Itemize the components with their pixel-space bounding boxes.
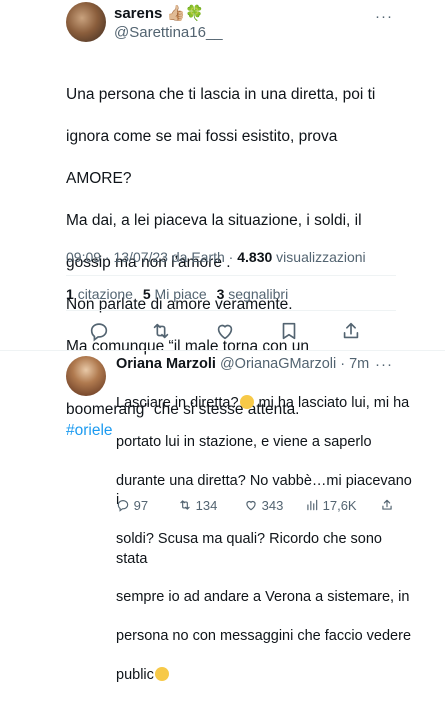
like-icon[interactable] xyxy=(214,320,236,342)
bookmarks-stat[interactable]: 3 segnalibri xyxy=(217,286,289,302)
retweet-icon xyxy=(180,500,190,510)
reply-views-action[interactable]: 17,6K xyxy=(305,498,357,518)
bookmark-icon[interactable] xyxy=(278,320,300,342)
reply-retweets-action[interactable]: 134 xyxy=(178,498,217,518)
hashtag-link[interactable]: #oriele xyxy=(66,422,113,439)
divider xyxy=(66,275,396,276)
likes-stat[interactable]: 5 Mi piace xyxy=(143,286,207,302)
reply-count: 97 xyxy=(133,498,149,513)
kiss-emoji-icon xyxy=(154,667,169,682)
more-options-icon[interactable]: ··· xyxy=(375,8,393,25)
reply-icon[interactable] xyxy=(88,320,110,342)
reply-replies-action[interactable]: 97 xyxy=(116,498,148,518)
author-handle[interactable]: @Sarettina16__ xyxy=(114,24,223,41)
avatar[interactable] xyxy=(66,2,106,42)
views-count: 4.830 xyxy=(237,249,273,265)
like-count: 343 xyxy=(261,498,284,513)
author-emoji: 👍🏼🍀 xyxy=(166,5,204,22)
divider xyxy=(0,350,445,351)
reply-line: portato lui in stazione, e viene a saper… xyxy=(116,434,372,451)
view-count: 17,6K xyxy=(322,498,357,513)
reply-share-action[interactable] xyxy=(380,498,394,518)
reply-author-handle[interactable]: @OrianaGMarzoli · 7m xyxy=(220,356,369,372)
tweet-line: Ma dai, a lei piaceva la situazione, i s… xyxy=(66,212,362,229)
divider xyxy=(66,310,396,311)
share-icon[interactable] xyxy=(340,320,362,342)
reply-line: persona no con messaggini che faccio ved… xyxy=(116,628,412,645)
tweet-stats: 1 citazione 5 Mi piace 3 segnalibri xyxy=(66,286,294,302)
retweet-count: 134 xyxy=(195,498,218,513)
tweet-card: sarens 👍🏼🍀 @Sarettina16__ ··· Una person… xyxy=(0,0,445,683)
quotes-stat[interactable]: 1 citazione xyxy=(66,286,133,302)
views-icon xyxy=(307,499,318,511)
views-label: visualizzazioni xyxy=(272,249,366,265)
author-name[interactable]: sarens 👍🏼🍀 xyxy=(114,4,204,22)
reply-header: Oriana Marzoli @OrianaGMarzoli · 7m xyxy=(116,356,369,372)
reply-line: soldi? Scusa ma quali? Ricordo che sono … xyxy=(116,531,382,567)
reply-more-options-icon[interactable]: ··· xyxy=(375,356,393,373)
reply-line: Lasciare in diretta? mi ha lasciato lui,… xyxy=(116,395,410,412)
tweet-line: AMORE? xyxy=(66,170,132,187)
laughing-emoji-icon xyxy=(239,395,254,410)
author-name-text: sarens xyxy=(114,5,163,22)
tweet-line: Una persona che ti lascia in una diretta… xyxy=(66,86,376,103)
reply-author-name[interactable]: Oriana Marzoli xyxy=(116,356,216,372)
retweet-icon[interactable] xyxy=(150,320,172,342)
tweet-line: ignora come se mai fossi esistito, prova xyxy=(66,128,338,145)
reply-text: Lasciare in diretta? mi ha lasciato lui,… xyxy=(116,375,416,705)
reply-line: sempre io ad andare a Verona a sistemare… xyxy=(116,589,410,606)
timestamp[interactable]: 09:09 · 13/07/23 da Earth · xyxy=(66,249,237,265)
reply-avatar[interactable] xyxy=(66,356,106,396)
share-icon xyxy=(382,499,392,510)
reply-line: public xyxy=(116,666,416,685)
like-icon xyxy=(246,500,256,511)
reply-likes-action[interactable]: 343 xyxy=(244,498,283,518)
tweet-meta: 09:09 · 13/07/23 da Earth · 4.830 visual… xyxy=(66,249,366,265)
reply-icon xyxy=(117,500,129,512)
